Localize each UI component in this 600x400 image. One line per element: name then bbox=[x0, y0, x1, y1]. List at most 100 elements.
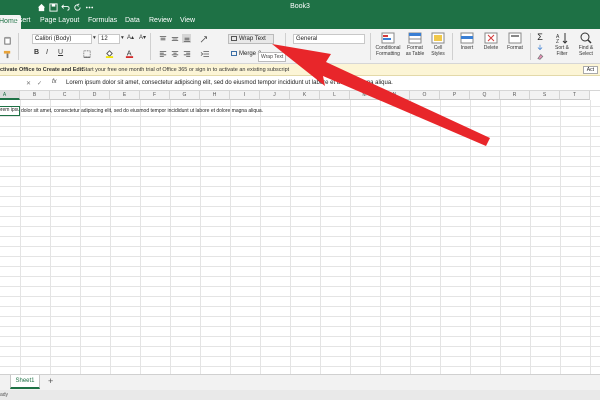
add-sheet-button[interactable]: + bbox=[48, 376, 53, 386]
fill-color-icon[interactable] bbox=[104, 49, 114, 58]
column-header-n[interactable]: N bbox=[380, 91, 410, 100]
column-header-h[interactable]: H bbox=[200, 91, 230, 100]
number-format-select[interactable]: General bbox=[293, 34, 365, 44]
delete-cells-button[interactable]: Delete bbox=[481, 32, 501, 51]
comma-style-button[interactable]: , bbox=[322, 48, 324, 57]
cancel-entry-icon[interactable]: ✕ bbox=[26, 80, 31, 87]
format-painter-icon[interactable] bbox=[2, 49, 12, 59]
align-bottom-icon[interactable] bbox=[182, 34, 191, 43]
activation-bar: ctivate Office to Create and Edit Start … bbox=[0, 64, 600, 76]
column-gridline bbox=[500, 100, 501, 374]
status-bar: ady bbox=[0, 390, 600, 400]
function-icon[interactable]: fx bbox=[52, 79, 57, 85]
column-header-s[interactable]: S bbox=[530, 91, 560, 100]
paste-icon[interactable] bbox=[2, 35, 12, 45]
column-header-l[interactable]: L bbox=[320, 91, 350, 100]
column-header-d[interactable]: D bbox=[80, 91, 110, 100]
borders-icon[interactable] bbox=[82, 49, 92, 58]
column-header-c[interactable]: C bbox=[50, 91, 80, 100]
font-color-icon[interactable]: A bbox=[124, 49, 134, 58]
format-cells-icon bbox=[508, 32, 522, 44]
autosum-icon[interactable]: Σ bbox=[535, 32, 545, 42]
column-gridline bbox=[320, 100, 321, 374]
column-header-o[interactable]: O bbox=[410, 91, 440, 100]
column-gridline bbox=[410, 100, 411, 374]
formula-input[interactable]: Lorem ipsum dolor sit amet, consectetur … bbox=[66, 80, 393, 86]
row-gridline bbox=[0, 346, 600, 347]
activate-button[interactable]: Act bbox=[582, 66, 598, 74]
format-cells-button[interactable]: Format bbox=[505, 32, 525, 51]
column-header-m[interactable]: M bbox=[350, 91, 380, 100]
cell-a1-overflow-text: dolor sit amet, consectetur adipiscing e… bbox=[21, 108, 264, 114]
column-header-q[interactable]: Q bbox=[470, 91, 500, 100]
tab-view[interactable]: View bbox=[180, 17, 195, 24]
sheet-tab[interactable]: Sheet1 bbox=[10, 375, 40, 389]
format-as-table-button[interactable]: Format as Table bbox=[404, 32, 426, 57]
cell-styles-icon bbox=[431, 32, 445, 44]
column-header-a[interactable]: A bbox=[0, 91, 20, 100]
column-header-f[interactable]: F bbox=[140, 91, 170, 100]
tab-review[interactable]: Review bbox=[149, 17, 172, 24]
column-gridline bbox=[170, 100, 171, 374]
orientation-icon[interactable] bbox=[199, 34, 211, 43]
sort-filter-button[interactable]: AZ Sort & Filter bbox=[552, 32, 572, 57]
align-center-icon[interactable] bbox=[170, 49, 179, 58]
column-header-i[interactable]: I bbox=[230, 91, 260, 100]
column-gridline bbox=[200, 100, 201, 374]
underline-button[interactable]: U bbox=[58, 49, 63, 56]
increase-font-icon[interactable]: A▴ bbox=[127, 34, 134, 41]
confirm-entry-icon[interactable]: ✓ bbox=[37, 80, 42, 87]
activation-title: ctivate Office to Create and Edit bbox=[0, 67, 84, 73]
clear-icon[interactable] bbox=[535, 52, 545, 60]
font-name-select[interactable]: Calibri (Body) bbox=[32, 34, 92, 44]
column-header-k[interactable]: K bbox=[290, 91, 320, 100]
row-gridline bbox=[0, 126, 600, 127]
tab-page-layout[interactable]: Page Layout bbox=[40, 17, 79, 24]
row-gridline bbox=[0, 276, 600, 277]
column-header-b[interactable]: B bbox=[20, 91, 50, 100]
indent-icon[interactable] bbox=[199, 49, 211, 58]
merge-icon bbox=[231, 51, 237, 56]
align-right-icon[interactable] bbox=[182, 49, 191, 58]
decrease-font-icon[interactable]: A▾ bbox=[139, 34, 146, 41]
row-gridline bbox=[0, 286, 600, 287]
divider bbox=[370, 33, 371, 60]
column-header-t[interactable]: T bbox=[560, 91, 590, 100]
tab-insert[interactable]: Insert bbox=[13, 17, 31, 24]
align-middle-icon[interactable] bbox=[170, 34, 179, 43]
divider bbox=[452, 33, 453, 60]
row-gridline bbox=[0, 356, 600, 357]
font-size-select[interactable]: 12 bbox=[98, 34, 120, 44]
italic-button[interactable]: I bbox=[46, 49, 48, 56]
column-gridline bbox=[440, 100, 441, 374]
insert-cells-button[interactable]: Insert bbox=[457, 32, 477, 51]
column-header-e[interactable]: E bbox=[110, 91, 140, 100]
column-header-p[interactable]: P bbox=[440, 91, 470, 100]
bold-button[interactable]: B bbox=[34, 49, 39, 56]
spreadsheet-grid[interactable]: ABCDEFGHIJKLMNOPQRST orem ipsum dolor si… bbox=[0, 91, 600, 374]
column-header-r[interactable]: R bbox=[500, 91, 530, 100]
align-top-icon[interactable] bbox=[158, 34, 167, 43]
search-icon bbox=[579, 32, 593, 44]
row-gridline bbox=[0, 236, 600, 237]
tab-data[interactable]: Data bbox=[125, 17, 140, 24]
column-header-j[interactable]: J bbox=[260, 91, 290, 100]
svg-text:A: A bbox=[126, 49, 131, 57]
conditional-formatting-button[interactable]: Conditional Formatting bbox=[374, 32, 402, 57]
column-header-g[interactable]: G bbox=[170, 91, 200, 100]
align-left-icon[interactable] bbox=[158, 49, 167, 58]
chevron-down-icon[interactable]: ▾ bbox=[121, 35, 124, 41]
fill-icon[interactable] bbox=[535, 43, 545, 51]
find-select-button[interactable]: Find & Select bbox=[576, 32, 596, 57]
merge-center-button[interactable]: Merge & bbox=[228, 49, 262, 59]
tab-formulas[interactable]: Formulas bbox=[88, 17, 117, 24]
sheet-tab-bar: Sheet1 + bbox=[0, 374, 600, 390]
cell-a1[interactable]: orem ipsum bbox=[0, 106, 20, 116]
row-gridline bbox=[0, 366, 600, 367]
wrap-text-button[interactable]: Wrap Text bbox=[228, 34, 274, 45]
row-gridline bbox=[0, 216, 600, 217]
row-gridline bbox=[0, 256, 600, 257]
cell-styles-button[interactable]: Cell Styles bbox=[429, 32, 447, 57]
chevron-down-icon[interactable]: ▾ bbox=[93, 35, 96, 41]
excel-window: Book3 Home Insert Page Layout Formulas D… bbox=[0, 0, 600, 400]
